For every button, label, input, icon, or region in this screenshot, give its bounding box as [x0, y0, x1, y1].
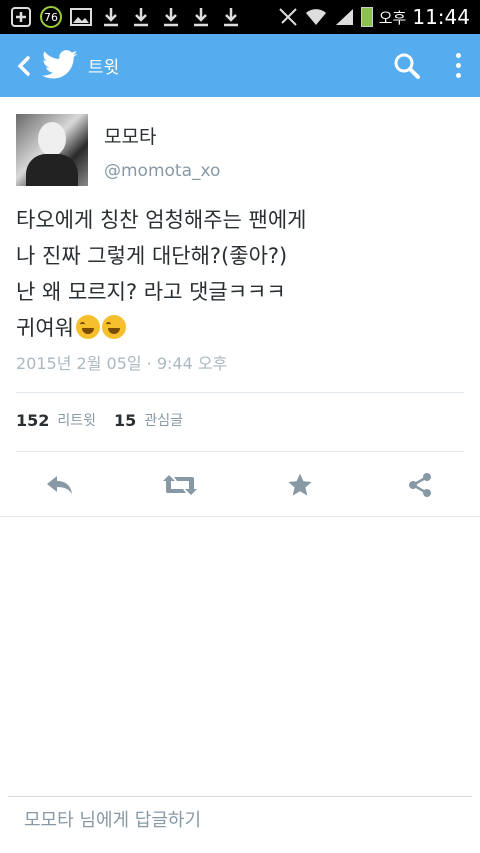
tweet-actions — [0, 462, 480, 508]
status-bar: 76 오후 11:44 — [0, 0, 480, 34]
download-icon — [130, 6, 152, 28]
crying-laughing-emoji-icon — [75, 315, 100, 339]
download-icon — [100, 6, 122, 28]
tweet-line: 나 진짜 그렇게 대단해?(좋아?) — [16, 244, 288, 268]
app-bar: 트윗 — [0, 34, 480, 97]
tweet-author[interactable]: 모모타 @momota_xo — [16, 114, 464, 186]
divider — [0, 516, 480, 517]
favorite-label[interactable]: 관심글 — [144, 410, 183, 430]
search-button[interactable] — [382, 41, 432, 91]
retweet-label[interactable]: 리트윗 — [57, 410, 96, 430]
mute-icon — [277, 6, 299, 28]
divider — [16, 451, 464, 452]
divider — [16, 392, 464, 393]
tweet-line: 난 왜 모르지? 라고 댓글ㅋㅋㅋ — [16, 280, 286, 304]
image-icon — [70, 6, 92, 28]
avatar[interactable] — [16, 114, 88, 186]
back-icon — [17, 55, 30, 76]
download-icon — [220, 6, 242, 28]
download-icon — [190, 6, 212, 28]
clock: 11:44 — [412, 5, 470, 29]
share-icon — [409, 473, 431, 497]
tweet-text: 타오에게 칭찬 엄청해주는 팬에게 나 진짜 그렇게 대단해?(좋아?) 난 왜… — [16, 202, 464, 346]
retweet-count[interactable]: 152 — [16, 411, 49, 430]
back-button[interactable] — [0, 55, 40, 77]
retweet-icon — [163, 475, 197, 495]
reply-input[interactable] — [22, 809, 446, 832]
favorite-icon — [288, 473, 312, 496]
battery-icon — [360, 7, 373, 27]
crying-laughing-emoji-icon — [101, 315, 126, 339]
reply-icon — [47, 476, 72, 494]
notification-badge: 76 — [40, 6, 62, 28]
twitter-bird-icon[interactable] — [42, 49, 78, 82]
download-icon — [160, 6, 182, 28]
share-button[interactable] — [360, 462, 480, 508]
reply-bar — [8, 796, 472, 844]
reply-button[interactable] — [0, 462, 120, 508]
tweet-stats: 152 리트윗 15 관심글 — [16, 410, 201, 430]
author-name[interactable]: 모모타 — [104, 122, 220, 149]
signal-icon — [333, 6, 355, 28]
tweet-line: 귀여워 — [16, 316, 74, 340]
plus-icon — [10, 6, 32, 28]
favorite-count[interactable]: 15 — [114, 411, 136, 430]
author-handle: @momota_xo — [104, 161, 221, 181]
retweet-button[interactable] — [120, 462, 240, 508]
favorite-button[interactable] — [240, 462, 360, 508]
wifi-icon — [305, 6, 327, 28]
page-title: 트윗 — [88, 58, 120, 78]
tweet-line: 타오에게 칭찬 엄청해주는 팬에게 — [16, 208, 307, 232]
more-icon[interactable] — [442, 41, 474, 91]
tweet-timestamp: 2015년 2월 05일 · 9:44 오후 — [16, 354, 228, 373]
search-icon — [394, 53, 420, 79]
clock-ampm: 오후 — [378, 8, 407, 27]
